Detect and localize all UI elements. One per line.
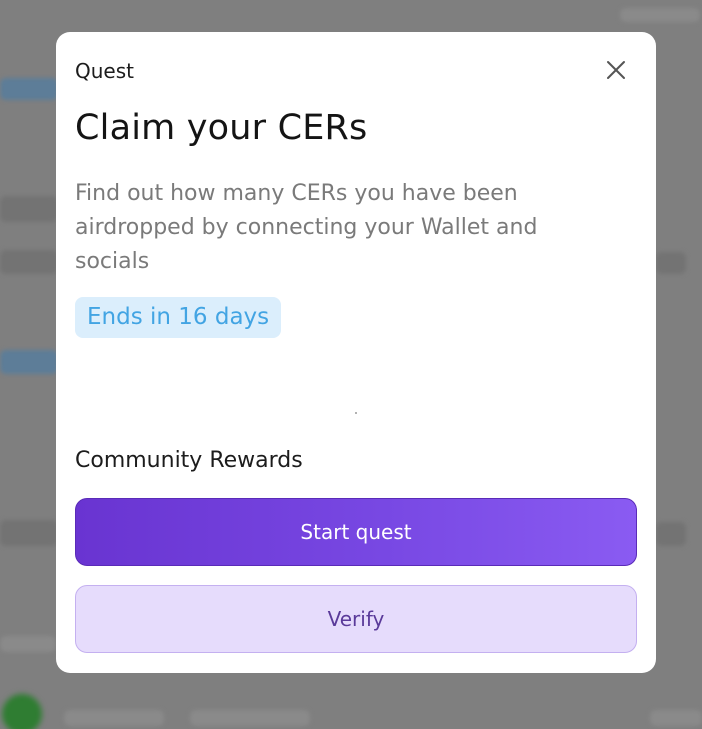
background-blurred-block	[650, 710, 702, 726]
background-blurred-block	[64, 710, 164, 726]
background-blurred-block	[0, 350, 58, 374]
background-blurred-block	[190, 710, 310, 726]
modal-header-label: Quest	[75, 59, 134, 83]
start-quest-button[interactable]: Start quest	[75, 498, 637, 566]
modal-title: Claim your CERs	[75, 108, 368, 148]
background-blurred-block	[0, 78, 58, 100]
background-blurred-block	[0, 196, 58, 222]
background-avatar	[2, 694, 42, 729]
background-blurred-block	[620, 8, 700, 22]
loading-dot	[355, 412, 357, 414]
close-button[interactable]	[604, 58, 628, 82]
background-blurred-block	[0, 520, 58, 546]
modal-description: Find out how many CERs you have been air…	[75, 181, 538, 274]
background-blurred-block	[0, 250, 58, 274]
ends-in-badge: Ends in 16 days	[75, 297, 282, 338]
section-label: Community Rewards	[75, 448, 303, 473]
quest-modal: Quest Claim your CERs Find out how many …	[56, 32, 656, 673]
background-blurred-block	[656, 522, 686, 546]
verify-button[interactable]: Verify	[75, 585, 637, 653]
close-icon	[607, 61, 625, 79]
background-blurred-block	[656, 252, 686, 274]
background-blurred-block	[0, 636, 56, 652]
